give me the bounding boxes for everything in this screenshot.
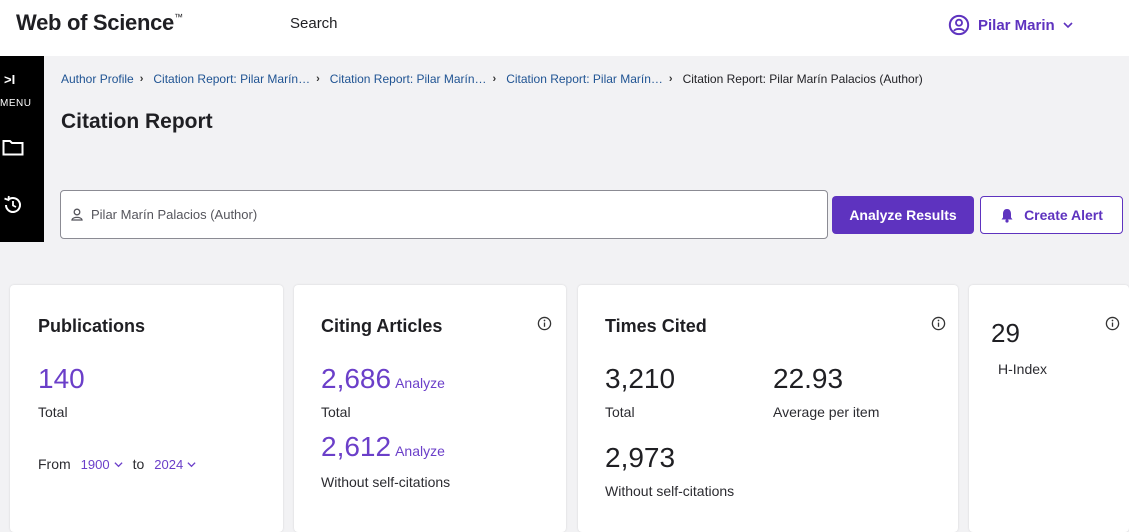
- top-bar: Web of Science™ Search Pilar Marin: [0, 0, 1129, 56]
- times-cited-total-label: Total: [605, 404, 635, 420]
- citing-without-self-row: 2,612 Analyze: [321, 431, 445, 463]
- breadcrumb-author-profile[interactable]: Author Profile: [61, 72, 134, 86]
- user-menu[interactable]: Pilar Marin: [948, 11, 1073, 39]
- citing-without-self-label: Without self-citations: [321, 474, 451, 490]
- citing-analyze-link[interactable]: Analyze: [395, 375, 445, 391]
- search-query-box[interactable]: Pilar Marín Palacios (Author): [60, 190, 828, 239]
- breadcrumb-current: Citation Report: Pilar Marín Palacios (A…: [682, 72, 923, 86]
- folder-icon[interactable]: [2, 138, 24, 156]
- bell-icon: [1001, 208, 1013, 223]
- nav-search-link[interactable]: Search: [290, 15, 338, 32]
- citing-articles-card: Citing Articles 2,686 Analyze Total 2,612…: [294, 285, 566, 532]
- times-cited-without-self-value: 2,973: [605, 442, 676, 473]
- citing-total-label: Total: [321, 404, 351, 420]
- brand-name: Web of Science: [16, 10, 174, 35]
- publications-card: Publications 140 Total From 1900 to 2024: [10, 285, 283, 532]
- report-header: Author Profile › Citation Report: Pilar …: [44, 56, 1129, 242]
- times-cited-title: Times Cited: [605, 316, 707, 336]
- info-icon[interactable]: [1105, 316, 1120, 331]
- chevron-down-icon: [187, 461, 196, 467]
- publications-total-value[interactable]: 140: [38, 363, 85, 395]
- times-cited-card: Times Cited 3,210 Total 22.93 Average pe…: [578, 285, 958, 532]
- to-label: to: [132, 456, 145, 472]
- from-year-select[interactable]: 1900: [81, 457, 123, 472]
- average-per-item-value: 22.93: [773, 363, 844, 394]
- person-icon: [71, 208, 83, 221]
- user-circle-icon: [948, 14, 970, 36]
- to-year-select[interactable]: 2024: [154, 457, 196, 472]
- times-cited-total-value: 3,210: [605, 363, 676, 394]
- breadcrumb-separator: ›: [492, 73, 497, 85]
- info-icon[interactable]: [537, 316, 552, 331]
- search-query-text: Pilar Marín Palacios (Author): [91, 207, 258, 222]
- publications-total-label: Total: [38, 404, 68, 420]
- citing-articles-title: Citing Articles: [321, 316, 443, 336]
- history-icon[interactable]: [2, 194, 24, 216]
- breadcrumb-separator: ›: [668, 73, 673, 85]
- rail-menu-label[interactable]: MENU: [0, 98, 31, 109]
- publications-title: Publications: [38, 316, 146, 336]
- brand-trademark: ™: [174, 12, 183, 22]
- breadcrumb-separator: ›: [139, 73, 144, 85]
- to-year-value: 2024: [154, 456, 184, 472]
- user-name: Pilar Marin: [978, 16, 1055, 34]
- publication-year-range: From 1900 to 2024: [38, 456, 200, 472]
- times-cited-without-self-label: Without self-citations: [605, 483, 735, 499]
- brand-logo[interactable]: Web of Science™: [16, 10, 183, 36]
- create-alert-label: Create Alert: [1024, 207, 1103, 223]
- breadcrumb-citation-report-1[interactable]: Citation Report: Pilar Marín…: [153, 72, 310, 86]
- citing-without-self-value[interactable]: 2,612: [321, 431, 391, 462]
- citing-total-value[interactable]: 2,686: [321, 363, 391, 394]
- rail-expand-toggle[interactable]: >I: [4, 72, 15, 87]
- breadcrumb: Author Profile › Citation Report: Pilar …: [61, 72, 923, 86]
- info-icon[interactable]: [931, 316, 946, 331]
- citing-total-row: 2,686 Analyze: [321, 363, 445, 395]
- side-rail: >I MENU: [0, 56, 44, 242]
- page-title: Citation Report: [61, 110, 213, 133]
- analyze-results-button[interactable]: Analyze Results: [832, 196, 974, 234]
- h-index-label: H-Index: [998, 361, 1048, 377]
- breadcrumb-citation-report-3[interactable]: Citation Report: Pilar Marín…: [506, 72, 663, 86]
- from-label: From: [38, 456, 71, 472]
- h-index-card: 29 H-Index: [969, 285, 1129, 532]
- breadcrumb-citation-report-2[interactable]: Citation Report: Pilar Marín…: [330, 72, 487, 86]
- create-alert-button[interactable]: Create Alert: [980, 196, 1123, 234]
- chevron-down-icon: [1063, 22, 1073, 29]
- from-year-value: 1900: [80, 456, 110, 472]
- chevron-down-icon: [114, 461, 123, 467]
- h-index-value: 29: [991, 318, 1020, 348]
- breadcrumb-separator: ›: [316, 73, 320, 85]
- average-per-item-label: Average per item: [773, 404, 880, 420]
- citing-without-self-analyze-link[interactable]: Analyze: [395, 443, 445, 459]
